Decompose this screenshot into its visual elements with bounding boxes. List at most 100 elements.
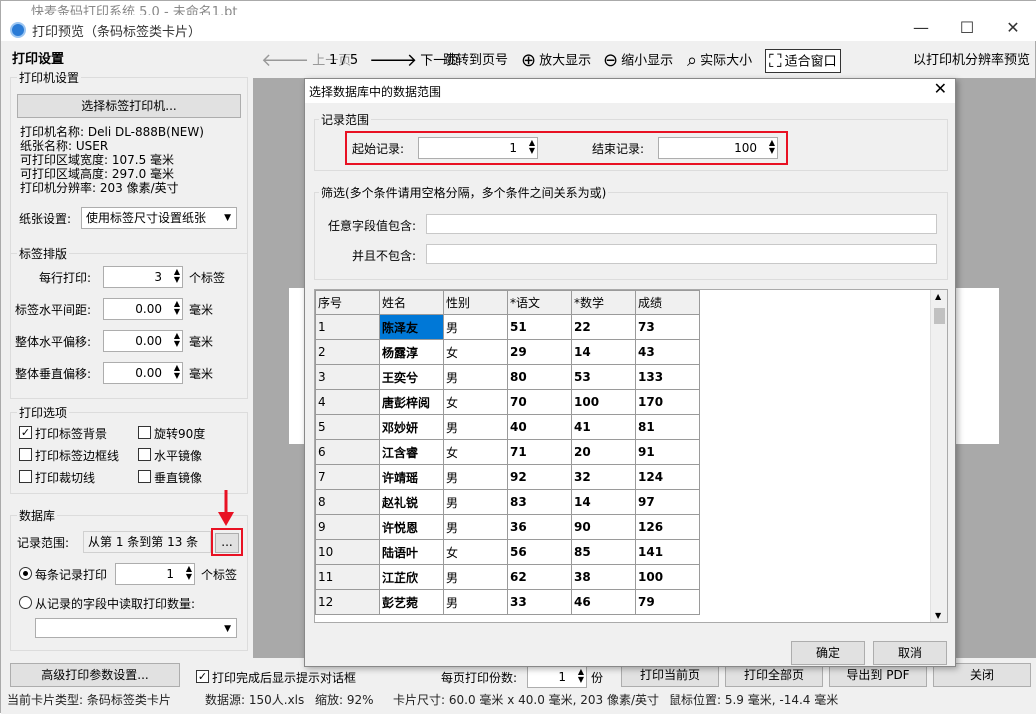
table-cell[interactable]: 40 bbox=[507, 414, 572, 440]
show-dialog-checkbox[interactable]: ✓ bbox=[196, 670, 209, 683]
table-cell[interactable]: 70 bbox=[507, 389, 572, 415]
table-cell[interactable]: 许悦恩 bbox=[379, 514, 444, 540]
select-printer-button[interactable]: 选择标签打印机... bbox=[17, 94, 241, 118]
table-cell[interactable]: 81 bbox=[635, 414, 700, 440]
scroll-thumb[interactable] bbox=[934, 308, 945, 324]
start-record-stepper[interactable]: 1 ▲ ▼ bbox=[418, 137, 538, 159]
table-cell[interactable]: 83 bbox=[507, 489, 572, 515]
contains-input[interactable] bbox=[426, 214, 937, 234]
table-cell[interactable]: 85 bbox=[571, 539, 636, 565]
table-cell[interactable]: 9 bbox=[315, 514, 380, 540]
table-cell[interactable]: 22 bbox=[571, 314, 636, 340]
spinner-arrows-icon[interactable]: ▲ ▼ bbox=[578, 668, 584, 684]
print-border-checkbox[interactable] bbox=[19, 448, 32, 461]
table-cell[interactable]: 女 bbox=[443, 339, 508, 365]
table-cell[interactable]: 92 bbox=[507, 464, 572, 490]
table-row[interactable]: 11 江芷欣男 62 38 100 bbox=[315, 564, 700, 590]
vmirror-checkbox[interactable] bbox=[138, 470, 151, 483]
end-record-stepper[interactable]: 100 ▲ ▼ bbox=[658, 137, 778, 159]
table-cell[interactable]: 124 bbox=[635, 464, 700, 490]
table-cell[interactable]: 男 bbox=[443, 489, 508, 515]
table-cell[interactable]: 46 bbox=[571, 589, 636, 615]
field-count-radio[interactable] bbox=[19, 596, 32, 609]
table-cell[interactable]: 彭艺菀 bbox=[379, 589, 444, 615]
table-row[interactable]: 3 王奕兮男 80 53 133 bbox=[315, 364, 700, 390]
table-row[interactable]: 5 邓妙妍男 40 41 81 bbox=[315, 414, 700, 440]
copies-stepper[interactable]: 1 ▲ ▼ bbox=[527, 666, 587, 688]
jump-page-button[interactable]: 跳转到页号 bbox=[443, 49, 508, 73]
table-cell[interactable]: 男 bbox=[443, 364, 508, 390]
table-cell[interactable]: 许靖瑶 bbox=[379, 464, 444, 490]
column-header[interactable]: 性别 bbox=[443, 290, 508, 315]
table-row[interactable]: 7 许靖瑶男 92 32 124 bbox=[315, 464, 700, 490]
table-row[interactable]: 4 唐彭梓阅女 70 100 170 bbox=[315, 389, 700, 415]
table-cell[interactable]: 100 bbox=[635, 564, 700, 590]
table-cell[interactable]: 男 bbox=[443, 464, 508, 490]
hgap-stepper[interactable]: 0.00 ▲ ▼ bbox=[103, 298, 183, 320]
field-count-select[interactable]: ▼ bbox=[35, 618, 237, 638]
table-cell[interactable]: 100 bbox=[571, 389, 636, 415]
table-cell[interactable]: 女 bbox=[443, 439, 508, 465]
table-cell[interactable]: 33 bbox=[507, 589, 572, 615]
table-cell[interactable]: 126 bbox=[635, 514, 700, 540]
print-cutline-checkbox[interactable] bbox=[19, 470, 32, 483]
table-cell[interactable]: 12 bbox=[315, 589, 380, 615]
table-cell[interactable]: 10 bbox=[315, 539, 380, 565]
table-cell[interactable]: 1 bbox=[315, 314, 380, 340]
dialog-close-button[interactable]: ✕ bbox=[934, 79, 947, 98]
table-row[interactable]: 1 陈泽友男 51 22 73 bbox=[315, 314, 700, 340]
each-record-stepper[interactable]: 1 ▲ ▼ bbox=[115, 563, 195, 585]
actual-size-button[interactable]: ⌕ 实际大小 bbox=[687, 49, 752, 73]
table-cell[interactable]: 邓妙妍 bbox=[379, 414, 444, 440]
table-cell[interactable]: 王奕兮 bbox=[379, 364, 444, 390]
vertical-scrollbar[interactable]: ▲ ▼ bbox=[930, 290, 947, 622]
spinner-arrows-icon[interactable]: ▲ ▼ bbox=[174, 268, 180, 284]
table-cell[interactable]: 赵礼锐 bbox=[379, 489, 444, 515]
excludes-input[interactable] bbox=[426, 244, 937, 264]
table-cell[interactable]: 陆语叶 bbox=[379, 539, 444, 565]
table-cell[interactable]: 38 bbox=[571, 564, 636, 590]
spinner-arrows-icon[interactable]: ▲ ▼ bbox=[174, 332, 180, 348]
maximize-button[interactable]: ☐ bbox=[947, 15, 987, 41]
spinner-arrows-icon[interactable]: ▲ ▼ bbox=[186, 565, 192, 581]
table-row[interactable]: 8 赵礼锐男 83 14 97 bbox=[315, 489, 700, 515]
column-header[interactable]: *语文 bbox=[507, 290, 572, 315]
voffset-stepper[interactable]: 0.00 ▲ ▼ bbox=[103, 362, 183, 384]
print-background-checkbox[interactable]: ✓ bbox=[19, 426, 32, 439]
table-cell[interactable]: 3 bbox=[315, 364, 380, 390]
table-cell[interactable]: 20 bbox=[571, 439, 636, 465]
table-cell[interactable]: 41 bbox=[571, 414, 636, 440]
table-cell[interactable]: 6 bbox=[315, 439, 380, 465]
ok-button[interactable]: 确定 bbox=[791, 641, 865, 665]
table-cell[interactable]: 73 bbox=[635, 314, 700, 340]
table-cell[interactable]: 唐彭梓阅 bbox=[379, 389, 444, 415]
table-cell[interactable]: 江含睿 bbox=[379, 439, 444, 465]
table-cell[interactable]: 男 bbox=[443, 514, 508, 540]
rotate-checkbox[interactable] bbox=[138, 426, 151, 439]
table-cell[interactable]: 170 bbox=[635, 389, 700, 415]
table-cell[interactable]: 43 bbox=[635, 339, 700, 365]
table-cell[interactable]: 90 bbox=[571, 514, 636, 540]
column-header[interactable]: 成绩 bbox=[635, 290, 700, 315]
spinner-arrows-icon[interactable]: ▲ ▼ bbox=[174, 364, 180, 380]
table-cell[interactable]: 男 bbox=[443, 314, 508, 340]
table-cell[interactable]: 32 bbox=[571, 464, 636, 490]
table-cell[interactable]: 2 bbox=[315, 339, 380, 365]
minimize-button[interactable]: — bbox=[901, 15, 941, 41]
column-header[interactable]: 姓名 bbox=[379, 290, 444, 315]
paper-setting-select[interactable]: 使用标签尺寸设置纸张 ▼ bbox=[81, 207, 237, 229]
resolution-preview-dropdown[interactable]: 以打印机分辨率预览▼ bbox=[913, 49, 1035, 91]
table-cell[interactable]: 陈泽友 bbox=[379, 314, 444, 340]
spinner-arrows-icon[interactable]: ▲ ▼ bbox=[174, 300, 180, 316]
table-cell[interactable]: 7 bbox=[315, 464, 380, 490]
table-cell[interactable]: 53 bbox=[571, 364, 636, 390]
table-cell[interactable]: 141 bbox=[635, 539, 700, 565]
table-cell[interactable]: 133 bbox=[635, 364, 700, 390]
table-row[interactable]: 9 许悦恩男 36 90 126 bbox=[315, 514, 700, 540]
table-cell[interactable]: 62 bbox=[507, 564, 572, 590]
column-header[interactable]: 序号 bbox=[315, 290, 380, 315]
table-cell[interactable]: 男 bbox=[443, 414, 508, 440]
table-cell[interactable]: 4 bbox=[315, 389, 380, 415]
table-cell[interactable]: 36 bbox=[507, 514, 572, 540]
table-row[interactable]: 6 江含睿女 71 20 91 bbox=[315, 439, 700, 465]
